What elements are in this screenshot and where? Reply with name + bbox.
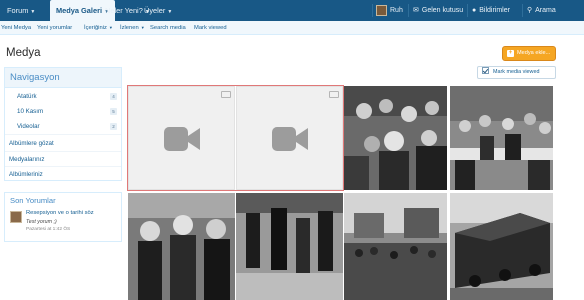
subnav-new-comments[interactable]: Yeni yorumlar bbox=[37, 21, 72, 35]
sidebar-item-label: 10 Kasım bbox=[17, 108, 44, 115]
page-title: Medya bbox=[6, 47, 41, 59]
tab-members[interactable]: Üyeler ▼ bbox=[138, 0, 178, 21]
plus-icon: + bbox=[507, 50, 514, 57]
media-thumbnail-photo[interactable] bbox=[450, 193, 553, 300]
search-icon: ⚲ bbox=[527, 7, 533, 14]
subnav-watched-label: İzlenen bbox=[120, 25, 139, 31]
item-count-badge: 4 bbox=[110, 93, 117, 100]
sidebar-item-videolar[interactable]: Videolar 2 bbox=[5, 119, 121, 134]
alerts-label: Bildirimler bbox=[479, 7, 510, 14]
user-name: Ruh bbox=[390, 7, 403, 14]
nav-divider bbox=[467, 4, 468, 17]
photo-content bbox=[128, 193, 235, 300]
top-navigation-bar: Forum ▼ Medya Galeri ▼ Neler Yeni? ▼ Üyeler… bbox=[0, 0, 584, 21]
chevron-down-icon: ▼ bbox=[167, 9, 173, 15]
sidebar-item-10-kasim[interactable]: 10 Kasım 5 bbox=[5, 104, 121, 119]
video-thumbnail[interactable] bbox=[236, 86, 343, 190]
search-label: Arama bbox=[535, 7, 556, 14]
item-count-badge: 2 bbox=[110, 123, 117, 130]
add-media-button[interactable]: + Medya ekle... bbox=[502, 46, 556, 61]
chevron-down-icon: ▼ bbox=[30, 9, 36, 15]
comment-text: Test yorum ;) bbox=[26, 219, 57, 225]
user-menu[interactable]: Ruh bbox=[376, 0, 403, 21]
checkbox-icon bbox=[482, 67, 489, 74]
nav-divider bbox=[408, 4, 409, 17]
inbox-label: Gelen kutusu bbox=[421, 7, 464, 14]
photo-content bbox=[344, 193, 447, 300]
nav-divider bbox=[522, 4, 523, 17]
sidebar-item-label: Videolar bbox=[17, 123, 40, 130]
media-thumbnail-photo[interactable] bbox=[344, 193, 447, 300]
comment-media-title[interactable]: Resepsiyon ve o tarihi söz bbox=[26, 210, 94, 216]
comment-media-thumbnail[interactable] bbox=[10, 211, 22, 223]
sub-navigation: Yeni Medya Yeni yorumlar İçeriğiniz ▼ İzl… bbox=[0, 21, 584, 35]
subnav-watched[interactable]: İzlenen ▼ bbox=[120, 21, 145, 35]
subnav-your-content-label: İçeriğiniz bbox=[84, 25, 107, 31]
video-badge-icon bbox=[329, 91, 339, 98]
media-thumbnail-photo[interactable] bbox=[128, 193, 235, 300]
chevron-down-icon: ▼ bbox=[140, 25, 145, 30]
sidebar-link-your-media[interactable]: Medyalarınız bbox=[5, 151, 121, 166]
media-thumbnail-photo[interactable] bbox=[236, 193, 343, 300]
search-link[interactable]: ⚲ Arama bbox=[527, 0, 556, 21]
recent-comments-heading: Son Yorumlar bbox=[10, 196, 56, 205]
alerts-link[interactable]: ● Bildirimler bbox=[472, 0, 510, 21]
tab-forum-label: Forum bbox=[7, 6, 29, 15]
media-thumbnail-photo[interactable] bbox=[344, 86, 447, 190]
comment-date: Pazartesi at 1:42 ÖS bbox=[26, 227, 71, 232]
sidebar-heading: Navigasyon bbox=[5, 68, 121, 88]
photo-content bbox=[450, 193, 553, 300]
avatar bbox=[376, 4, 387, 16]
video-thumbnail[interactable] bbox=[128, 86, 235, 190]
sidebar-link-browse-albums[interactable]: Albümlere gözat bbox=[5, 134, 121, 151]
recent-comments-box: Son Yorumlar Resepsiyon ve o tarihi söz … bbox=[4, 192, 122, 242]
subnav-search-media[interactable]: Search media bbox=[150, 21, 186, 35]
photo-content bbox=[450, 86, 553, 190]
add-media-label: Medya ekle... bbox=[517, 50, 551, 56]
mark-viewed-label: Mark media viewed bbox=[493, 69, 540, 75]
mark-media-viewed-button[interactable]: Mark media viewed bbox=[477, 66, 556, 79]
tab-media-gallery-label: Medya Galeri bbox=[56, 6, 103, 15]
media-thumbnail-photo[interactable] bbox=[450, 86, 553, 190]
photo-content bbox=[236, 193, 343, 300]
bell-icon: ● bbox=[472, 7, 477, 14]
sidebar-item-ataturk[interactable]: Atatürk 4 bbox=[5, 89, 121, 104]
sidebar-navigation: Navigasyon Atatürk 4 10 Kasım 5 Videolar… bbox=[4, 67, 122, 181]
photo-content bbox=[344, 86, 447, 190]
tab-forum[interactable]: Forum ▼ bbox=[1, 0, 41, 21]
sidebar-item-label: Atatürk bbox=[17, 93, 37, 100]
video-camera-icon bbox=[272, 127, 308, 151]
subnav-new-media[interactable]: Yeni Medya bbox=[1, 21, 31, 35]
tab-members-label: Üyeler bbox=[144, 6, 166, 15]
sidebar-link-your-albums[interactable]: Albümleriniz bbox=[5, 166, 121, 181]
subnav-mark-viewed[interactable]: Mark viewed bbox=[194, 21, 227, 35]
nav-divider bbox=[372, 4, 373, 17]
subnav-your-content[interactable]: İçeriğiniz ▼ bbox=[84, 21, 113, 35]
item-count-badge: 5 bbox=[110, 108, 117, 115]
chevron-down-icon: ▼ bbox=[108, 25, 113, 30]
video-camera-icon bbox=[164, 127, 200, 151]
envelope-icon: ✉ bbox=[413, 7, 419, 14]
inbox-link[interactable]: ✉ Gelen kutusu bbox=[413, 0, 463, 21]
video-badge-icon bbox=[221, 91, 231, 98]
